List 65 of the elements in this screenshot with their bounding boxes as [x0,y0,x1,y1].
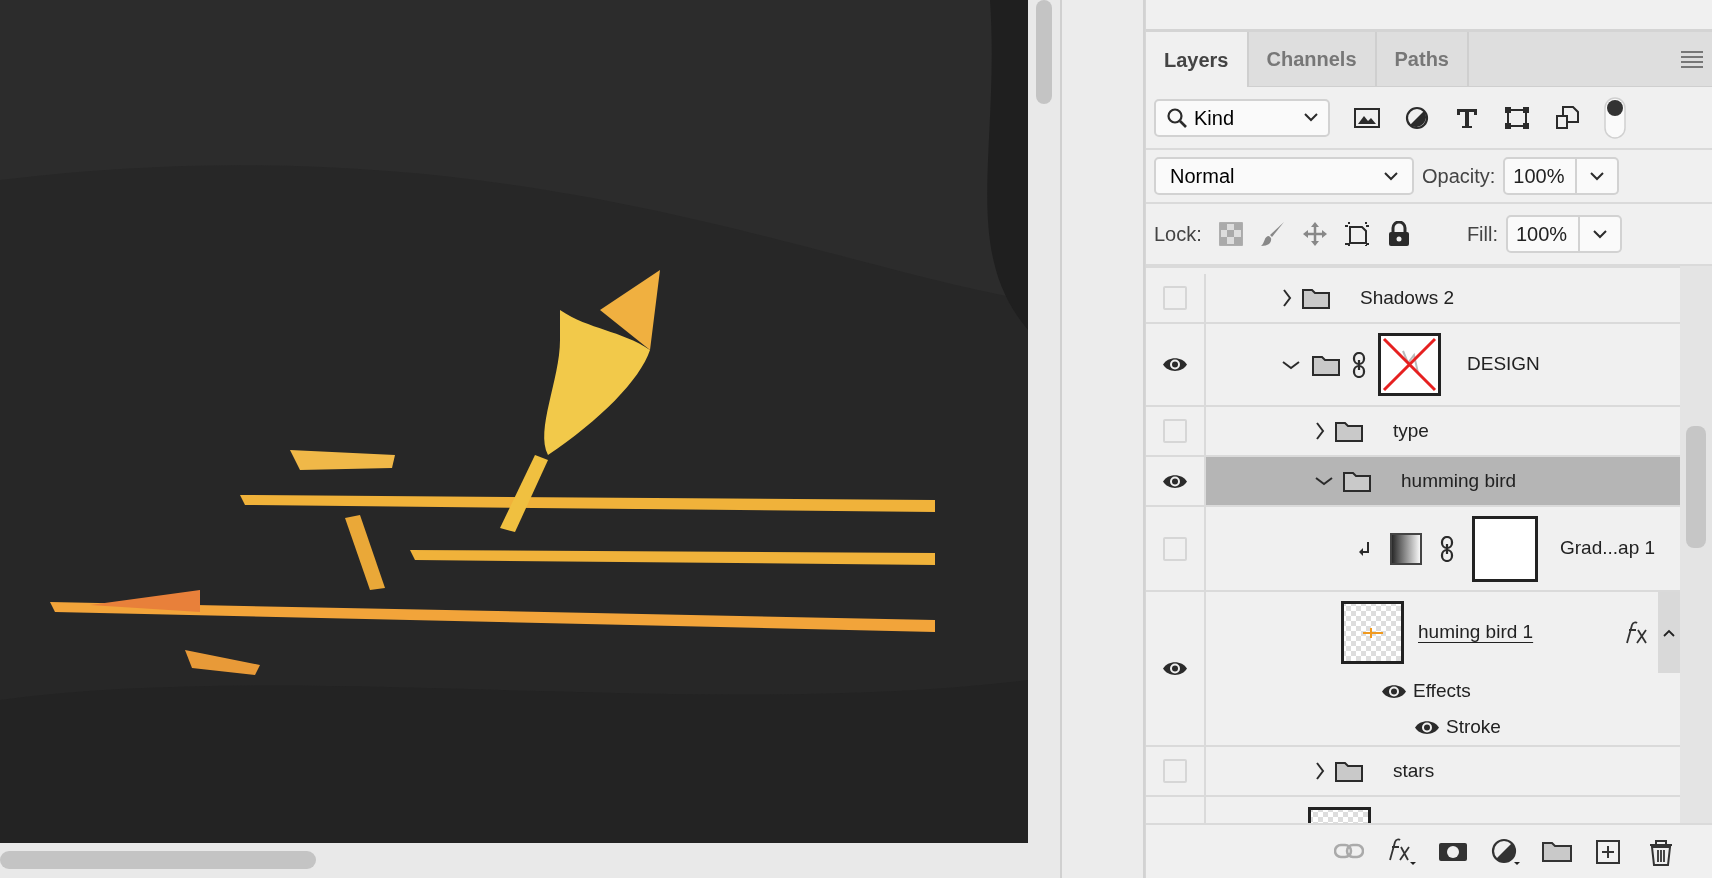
effect-eye-icon[interactable] [1414,718,1440,736]
brush-icon[interactable] [1259,221,1286,247]
fill-dropdown-button[interactable] [1580,215,1622,253]
layer-name[interactable]: stars [1393,756,1435,786]
visibility-checkbox[interactable] [1163,536,1187,561]
effect-name[interactable]: Effects [1413,677,1471,706]
visibility-eye-icon[interactable] [1162,660,1188,677]
adjustment-filter-icon[interactable] [1404,105,1430,130]
layer-name[interactable]: humming bird [1401,466,1517,496]
gradient-map-icon [1390,532,1422,565]
chevron-down-icon[interactable] [1315,476,1333,486]
chevron-right-icon[interactable] [1282,289,1292,307]
search-icon [1166,106,1188,129]
folder-icon [1335,420,1363,442]
image-filter-icon[interactable] [1354,105,1380,130]
visibility-checkbox[interactable] [1163,286,1187,310]
effect-name[interactable]: Stroke [1446,712,1501,742]
opacity-label: Opacity: [1422,164,1496,189]
opacity-field[interactable]: 100% [1503,157,1578,195]
chevron-right-icon[interactable] [1315,762,1325,780]
folder-icon [1302,287,1330,309]
visibility-checkbox[interactable] [1163,759,1187,783]
filter-value: Kind [1194,105,1235,131]
caret-icon [1304,113,1318,122]
lock-label: Lock: [1154,222,1202,247]
caret-icon [1384,171,1398,181]
caret-up-icon [1663,628,1675,637]
smart-object-filter-icon[interactable] [1554,105,1580,130]
layer-name[interactable]: type [1393,416,1429,446]
link-icon [1440,535,1454,562]
shape-filter-icon[interactable] [1504,105,1530,130]
fill-label: Fill: [1466,222,1498,247]
folder-icon [1312,353,1340,376]
move-icon[interactable] [1301,221,1328,247]
layer-mask-thumbnail[interactable] [1472,515,1538,582]
link-icon [1352,351,1366,378]
visibility-eye-icon[interactable] [1162,356,1188,373]
layer-name[interactable]: huming bird 1 [1418,618,1534,647]
scrollbar-thumb[interactable] [1036,0,1052,104]
fill-field[interactable]: 100% [1506,215,1580,253]
artboard-icon[interactable] [1343,221,1370,247]
effect-eye-icon[interactable] [1381,682,1407,700]
kind-filter-dropdown[interactable]: Kind [1154,98,1330,137]
effects-icon [1624,620,1650,645]
add-effect-icon[interactable] [1386,837,1416,866]
scrollbar-thumb[interactable] [0,851,316,869]
scrollbar-thumb[interactable] [1686,426,1706,548]
caret-icon [1590,171,1605,181]
chevron-right-icon[interactable] [1315,422,1325,440]
folder-icon [1343,470,1371,492]
layer-name[interactable]: Grad...ap 1 [1560,534,1656,563]
layer-name[interactable]: Shadows 2 [1360,283,1454,313]
menu-icon[interactable] [1680,50,1704,68]
chevron-down-icon[interactable] [1282,359,1300,370]
layer-name[interactable]: DESIGN [1467,350,1540,379]
panel-tab[interactable]: Layers [1146,32,1249,87]
caret-icon [1593,229,1607,239]
folder-icon [1335,760,1363,782]
blend-mode-dropdown[interactable]: Normal [1154,157,1414,195]
visibility-checkbox[interactable] [1163,419,1187,443]
adjustment-layer-icon[interactable] [1490,837,1520,866]
opacity-dropdown-button[interactable] [1577,157,1620,195]
visibility-eye-icon[interactable] [1162,472,1188,490]
filter-toggle[interactable] [1604,96,1626,139]
layer-thumbnail[interactable] [1341,601,1404,665]
